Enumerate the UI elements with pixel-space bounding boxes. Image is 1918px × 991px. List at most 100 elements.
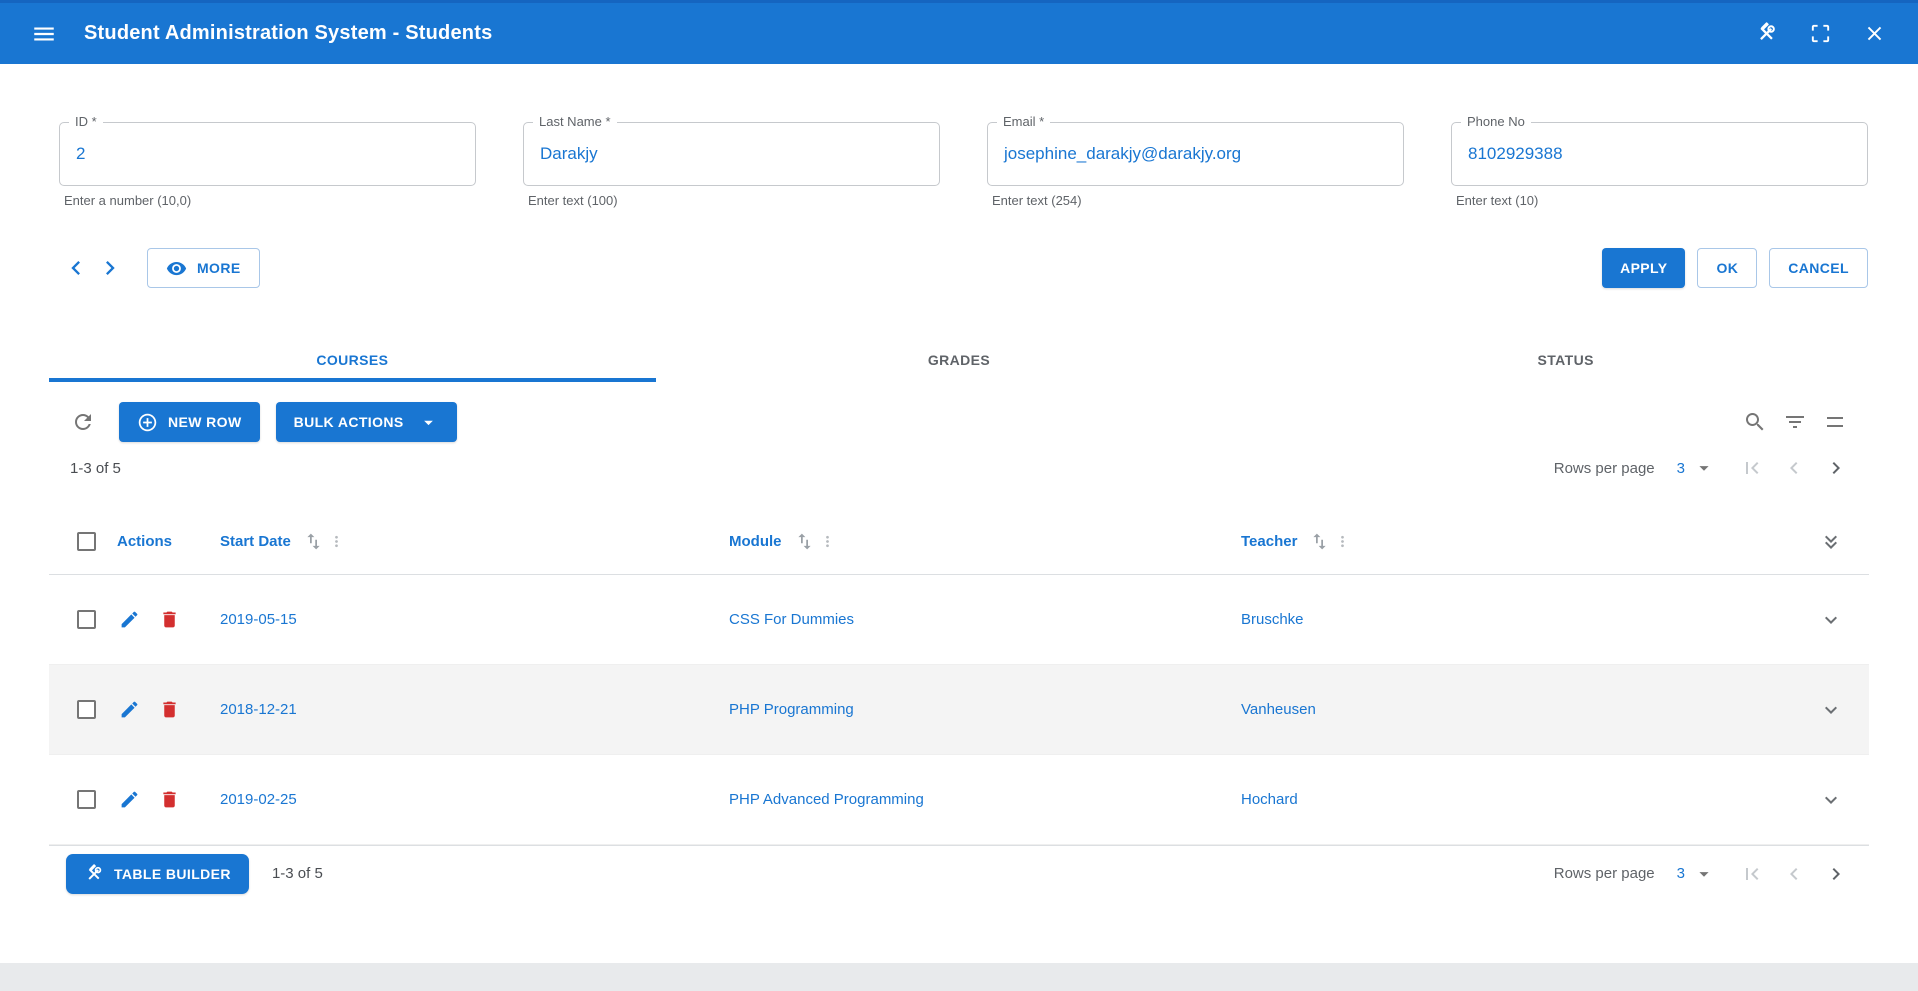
tab-courses[interactable]: COURSES bbox=[49, 338, 656, 382]
first-page-icon[interactable] bbox=[1733, 449, 1771, 487]
bulk-actions-button[interactable]: BULK ACTIONS bbox=[276, 402, 457, 442]
sort-icon bbox=[794, 531, 815, 552]
fullscreen-icon[interactable] bbox=[1802, 16, 1838, 52]
column-header-module-label: Module bbox=[729, 533, 782, 550]
delete-icon[interactable] bbox=[157, 698, 181, 722]
column-header-start-date[interactable]: Start Date bbox=[220, 531, 729, 552]
form-actions-row: MORE APPLY OK CANCEL bbox=[0, 248, 1918, 288]
edit-icon[interactable] bbox=[117, 608, 141, 632]
phone-value: 8102929388 bbox=[1468, 144, 1563, 164]
table-toolbar: NEW ROW BULK ACTIONS bbox=[49, 402, 1869, 442]
last-name-helper-text: Enter text (100) bbox=[528, 193, 940, 208]
email-field: Email * josephine_darakjy@darakjy.org En… bbox=[987, 122, 1404, 208]
more-button[interactable]: MORE bbox=[147, 248, 260, 288]
refresh-icon[interactable] bbox=[63, 402, 103, 442]
search-icon[interactable] bbox=[1735, 402, 1775, 442]
id-field: ID * 2 Enter a number (10,0) bbox=[59, 122, 476, 208]
rows-per-page-select[interactable]: 3 bbox=[1677, 457, 1715, 479]
dropdown-arrow-icon bbox=[1693, 457, 1715, 479]
range-text: 1-3 of 5 bbox=[272, 865, 323, 882]
phone-helper-text: Enter text (10) bbox=[1456, 193, 1868, 208]
id-input[interactable]: ID * 2 bbox=[59, 122, 476, 186]
row-height-icon[interactable] bbox=[1815, 402, 1855, 442]
cell-module[interactable]: CSS For Dummies bbox=[729, 611, 1241, 628]
id-value: 2 bbox=[76, 144, 85, 164]
phone-field: Phone No 8102929388 Enter text (10) bbox=[1451, 122, 1868, 208]
previous-page-icon[interactable] bbox=[1775, 449, 1813, 487]
rows-per-page-value: 3 bbox=[1677, 460, 1685, 477]
column-header-teacher[interactable]: Teacher bbox=[1241, 531, 1807, 552]
row-checkbox[interactable] bbox=[77, 700, 96, 719]
student-admin-window: Student Administration System - Students bbox=[0, 0, 1918, 991]
cell-start-date[interactable]: 2019-02-25 bbox=[220, 791, 729, 808]
table-row: 2019-02-25 PHP Advanced Programming Hoch… bbox=[49, 755, 1869, 845]
previous-page-icon[interactable] bbox=[1775, 855, 1813, 893]
delete-icon[interactable] bbox=[157, 788, 181, 812]
next-page-icon[interactable] bbox=[1817, 855, 1855, 893]
tab-grades[interactable]: GRADES bbox=[656, 338, 1263, 382]
row-expand-icon[interactable] bbox=[1807, 698, 1855, 722]
close-icon[interactable] bbox=[1856, 16, 1892, 52]
filter-icon[interactable] bbox=[1775, 402, 1815, 442]
table-footer: TABLE BUILDER 1-3 of 5 Rows per page 3 bbox=[49, 845, 1869, 901]
column-menu-icon bbox=[328, 533, 345, 550]
tools-icon bbox=[84, 864, 104, 884]
menu-icon[interactable] bbox=[26, 16, 62, 52]
cell-module[interactable]: PHP Advanced Programming bbox=[729, 791, 1241, 808]
record-form: ID * 2 Enter a number (10,0) Last Name *… bbox=[0, 122, 1918, 208]
rows-per-page-value: 3 bbox=[1677, 865, 1685, 882]
rows-per-page-label: Rows per page bbox=[1554, 865, 1655, 882]
row-checkbox[interactable] bbox=[77, 610, 96, 629]
next-page-icon[interactable] bbox=[1817, 449, 1855, 487]
email-helper-text: Enter text (254) bbox=[992, 193, 1404, 208]
last-name-value: Darakjy bbox=[540, 144, 598, 164]
detail-tabs: COURSES GRADES STATUS bbox=[49, 338, 1869, 382]
row-expand-icon[interactable] bbox=[1807, 608, 1855, 632]
add-circle-icon bbox=[137, 412, 158, 433]
cell-module[interactable]: PHP Programming bbox=[729, 701, 1241, 718]
cell-teacher[interactable]: Hochard bbox=[1241, 791, 1807, 808]
tools-icon[interactable] bbox=[1748, 16, 1784, 52]
sort-icon bbox=[1309, 531, 1330, 552]
row-checkbox[interactable] bbox=[77, 790, 96, 809]
edit-icon[interactable] bbox=[117, 788, 141, 812]
column-header-start-date-label: Start Date bbox=[220, 533, 291, 550]
new-row-button[interactable]: NEW ROW bbox=[119, 402, 260, 442]
desktop-edge-strip bbox=[0, 963, 1918, 991]
delete-icon[interactable] bbox=[157, 608, 181, 632]
titlebar: Student Administration System - Students bbox=[0, 0, 1918, 64]
cell-teacher[interactable]: Bruschke bbox=[1241, 611, 1807, 628]
eye-icon bbox=[166, 258, 187, 279]
ok-button[interactable]: OK bbox=[1697, 248, 1757, 288]
cell-start-date[interactable]: 2019-05-15 bbox=[220, 611, 729, 628]
id-label: ID * bbox=[69, 114, 103, 129]
new-row-button-label: NEW ROW bbox=[168, 414, 242, 430]
select-all-checkbox[interactable] bbox=[77, 532, 96, 551]
cancel-button[interactable]: CANCEL bbox=[1769, 248, 1868, 288]
email-value: josephine_darakjy@darakjy.org bbox=[1004, 144, 1241, 164]
last-name-field: Last Name * Darakjy Enter text (100) bbox=[523, 122, 940, 208]
table-builder-button[interactable]: TABLE BUILDER bbox=[66, 854, 249, 894]
expand-all-icon[interactable] bbox=[1807, 530, 1855, 554]
dropdown-arrow-icon bbox=[418, 412, 439, 433]
cell-start-date[interactable]: 2018-12-21 bbox=[220, 701, 729, 718]
dropdown-arrow-icon bbox=[1693, 863, 1715, 885]
cell-teacher[interactable]: Vanheusen bbox=[1241, 701, 1807, 718]
table-row: 2019-05-15 CSS For Dummies Bruschke bbox=[49, 575, 1869, 665]
row-expand-icon[interactable] bbox=[1807, 788, 1855, 812]
range-text: 1-3 of 5 bbox=[70, 460, 121, 477]
last-name-input[interactable]: Last Name * Darakjy bbox=[523, 122, 940, 186]
bulk-actions-button-label: BULK ACTIONS bbox=[294, 414, 404, 430]
apply-button[interactable]: APPLY bbox=[1602, 248, 1685, 288]
first-page-icon[interactable] bbox=[1733, 855, 1771, 893]
phone-input[interactable]: Phone No 8102929388 bbox=[1451, 122, 1868, 186]
column-header-module[interactable]: Module bbox=[729, 531, 1241, 552]
page-title: Student Administration System - Students bbox=[84, 22, 492, 45]
previous-record-button[interactable] bbox=[59, 251, 93, 285]
tab-status[interactable]: STATUS bbox=[1262, 338, 1869, 382]
rows-per-page-select[interactable]: 3 bbox=[1677, 863, 1715, 885]
email-input[interactable]: Email * josephine_darakjy@darakjy.org bbox=[987, 122, 1404, 186]
phone-label: Phone No bbox=[1461, 114, 1531, 129]
edit-icon[interactable] bbox=[117, 698, 141, 722]
next-record-button[interactable] bbox=[93, 251, 127, 285]
